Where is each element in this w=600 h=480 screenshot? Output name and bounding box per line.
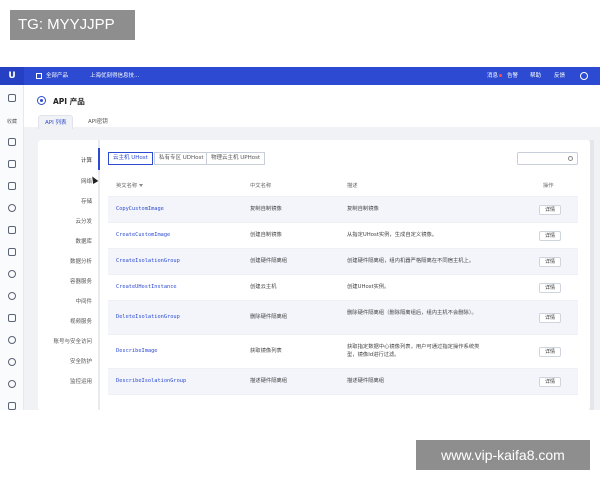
category-container[interactable]: 容器服务 — [70, 277, 92, 285]
table-row: DescribeImage 获取镜像列表 获取指定数据中心镜像列表，用户可通过指… — [108, 335, 578, 369]
monitor-ring-icon[interactable] — [8, 336, 16, 344]
messages-label: 消息 — [487, 73, 499, 79]
category-storage[interactable]: 存储 — [81, 197, 92, 205]
category-account-security[interactable]: 账号与安全访问 — [53, 337, 92, 345]
api-chinese-name: 创建硬件隔离组 — [250, 258, 288, 264]
table-row: DeleteIsolationGroup 删除硬件隔离组 删除硬件隔离组（删除隔… — [108, 301, 578, 335]
header-description: 描述 — [347, 183, 358, 189]
filter-uphost[interactable]: 物理云主机 UPHost — [206, 152, 266, 165]
notification-dot-icon — [499, 74, 503, 77]
chart-icon[interactable] — [8, 248, 16, 256]
api-description: 获取指定数据中心镜像列表，用户可通过指定操作系统类型，镜像Id进行过滤。 — [347, 344, 480, 358]
cube-icon[interactable] — [8, 160, 16, 168]
filter-udhost[interactable]: 私有专区 UDHost — [154, 152, 209, 165]
table-row: CopyCustomImage 复制自制镜像 复制自制镜像 详情 — [108, 197, 578, 223]
api-english-name[interactable]: CopyCustomImage — [116, 206, 164, 214]
filter-uhost[interactable]: 云主机 UHost — [108, 152, 153, 165]
detail-button[interactable]: 详情 — [539, 283, 561, 293]
tab-api-keys[interactable]: API密钥 — [82, 115, 114, 129]
api-table: 英文名称 中文名称 描述 操作 CopyCustomImage 复制自制镜像 复… — [108, 177, 578, 395]
page-title: API 产品 — [53, 97, 85, 106]
grid-icon[interactable] — [36, 73, 42, 79]
category-data-analysis[interactable]: 数据分析 — [70, 257, 92, 265]
top-navbar: U 全部产品 上海优刻得信息技... 消息 告警 帮助 反馈 — [0, 67, 600, 85]
all-products-menu[interactable]: 全部产品 — [46, 67, 68, 85]
category-sidebar: 计算 网络 存储 云分发 数据库 数据分析 容器服务 中间件 视频服务 账号与安… — [38, 140, 100, 410]
api-description: 创建UHost实例。 — [347, 284, 390, 290]
category-cdn[interactable]: 云分发 — [75, 217, 92, 225]
table-row: CreateIsolationGroup 创建硬件隔离组 创建硬件隔离组，组内机… — [108, 249, 578, 275]
org-selector[interactable]: 上海优刻得信息技... — [90, 67, 139, 85]
table-row: CreateCustomImage 创建自制镜像 从指定UHost实例，生成自定… — [108, 223, 578, 249]
table-row: DescribeIsolationGroup 描述硬件隔离组 描述硬件隔离组 详… — [108, 369, 578, 395]
category-middleware[interactable]: 中间件 — [75, 297, 92, 305]
tab-bar: API 列表 API密钥 — [24, 115, 600, 129]
detail-button[interactable]: 详情 — [539, 257, 561, 267]
api-english-name[interactable]: CreateIsolationGroup — [116, 258, 180, 266]
api-product-icon — [37, 96, 46, 105]
api-english-name[interactable]: DescribeIsolationGroup — [116, 378, 186, 386]
left-sidebar: 收藏 — [0, 85, 24, 410]
settings-icon[interactable] — [8, 314, 16, 322]
search-input[interactable] — [517, 152, 578, 165]
user-avatar-icon[interactable] — [580, 72, 588, 80]
alerts-link[interactable]: 告警 — [507, 67, 518, 85]
api-chinese-name: 创建自制镜像 — [250, 232, 282, 238]
category-monitoring[interactable]: 监控运用 — [70, 377, 92, 385]
watermark-top: TG: MYYJJPP — [10, 10, 135, 40]
table-header: 英文名称 中文名称 描述 操作 — [108, 177, 578, 197]
tab-api-list[interactable]: API 列表 — [38, 115, 74, 129]
cloud-icon[interactable] — [8, 270, 16, 278]
storage-icon[interactable] — [8, 182, 16, 190]
network-icon[interactable] — [8, 204, 16, 212]
server-icon[interactable] — [8, 138, 16, 146]
api-chinese-name: 获取镜像列表 — [250, 348, 282, 354]
block-icon[interactable] — [8, 380, 16, 388]
database-icon[interactable] — [8, 226, 16, 234]
header-action: 操作 — [543, 183, 554, 189]
category-database[interactable]: 数据库 — [75, 237, 92, 245]
cloud-upload-icon[interactable] — [8, 358, 16, 366]
detail-button[interactable]: 详情 — [539, 313, 561, 323]
active-category-indicator — [98, 148, 100, 170]
category-security[interactable]: 安全防护 — [70, 357, 92, 365]
api-english-name[interactable]: DescribeImage — [116, 348, 157, 356]
header-chinese-name: 中文名称 — [250, 183, 272, 189]
detail-button[interactable]: 详情 — [539, 205, 561, 215]
api-chinese-name: 复制自制镜像 — [250, 206, 282, 212]
api-chinese-name: 描述硬件隔离组 — [250, 378, 288, 384]
api-description: 创建硬件隔离组，组内机器严格隔离在不同宿主机上。 — [347, 258, 475, 264]
detail-button[interactable]: 详情 — [539, 231, 561, 241]
feedback-link[interactable]: 反馈 — [554, 67, 565, 85]
api-english-name[interactable]: CreateCustomImage — [116, 232, 170, 240]
shield-icon[interactable] — [8, 292, 16, 300]
api-description: 复制自制镜像 — [347, 206, 379, 212]
search-icon[interactable] — [568, 156, 573, 161]
header-english-name[interactable]: 英文名称 — [116, 183, 144, 191]
api-description: 从指定UHost实例，生成自定义镜像。 — [347, 232, 438, 238]
table-row: CreateUHostInstance 创建云主机 创建UHost实例。 详情 — [108, 275, 578, 301]
api-description: 删除硬件隔离组（删除隔离组后，组内主机不会删除）。 — [347, 310, 477, 316]
favorites-label[interactable]: 收藏 — [2, 118, 22, 125]
category-video[interactable]: 视频服务 — [70, 317, 92, 325]
app-screen: U 全部产品 上海优刻得信息技... 消息 告警 帮助 反馈 收藏 API 产品… — [0, 67, 600, 410]
help-link[interactable]: 帮助 — [530, 67, 541, 85]
detail-button[interactable]: 详情 — [539, 377, 561, 387]
header-english-name-label: 英文名称 — [116, 183, 138, 189]
api-chinese-name: 创建云主机 — [250, 284, 277, 290]
sort-icon — [139, 184, 144, 187]
document-icon[interactable] — [8, 402, 16, 410]
api-description: 描述硬件隔离组 — [347, 378, 385, 384]
brand-logo[interactable]: U — [0, 67, 24, 85]
api-english-name[interactable]: CreateUHostInstance — [116, 284, 177, 292]
detail-button[interactable]: 详情 — [539, 347, 561, 357]
monitor-icon[interactable] — [8, 94, 16, 102]
watermark-bottom: www.vip-kaifa8.com — [416, 440, 590, 470]
category-compute[interactable]: 计算 — [81, 156, 92, 164]
scrollbar[interactable] — [590, 140, 594, 410]
api-chinese-name: 删除硬件隔离组 — [250, 314, 288, 320]
api-english-name[interactable]: DeleteIsolationGroup — [116, 314, 180, 322]
messages-link[interactable]: 消息 — [487, 67, 503, 85]
api-list-panel: 计算 网络 存储 云分发 数据库 数据分析 容器服务 中间件 视频服务 账号与安… — [38, 140, 590, 410]
